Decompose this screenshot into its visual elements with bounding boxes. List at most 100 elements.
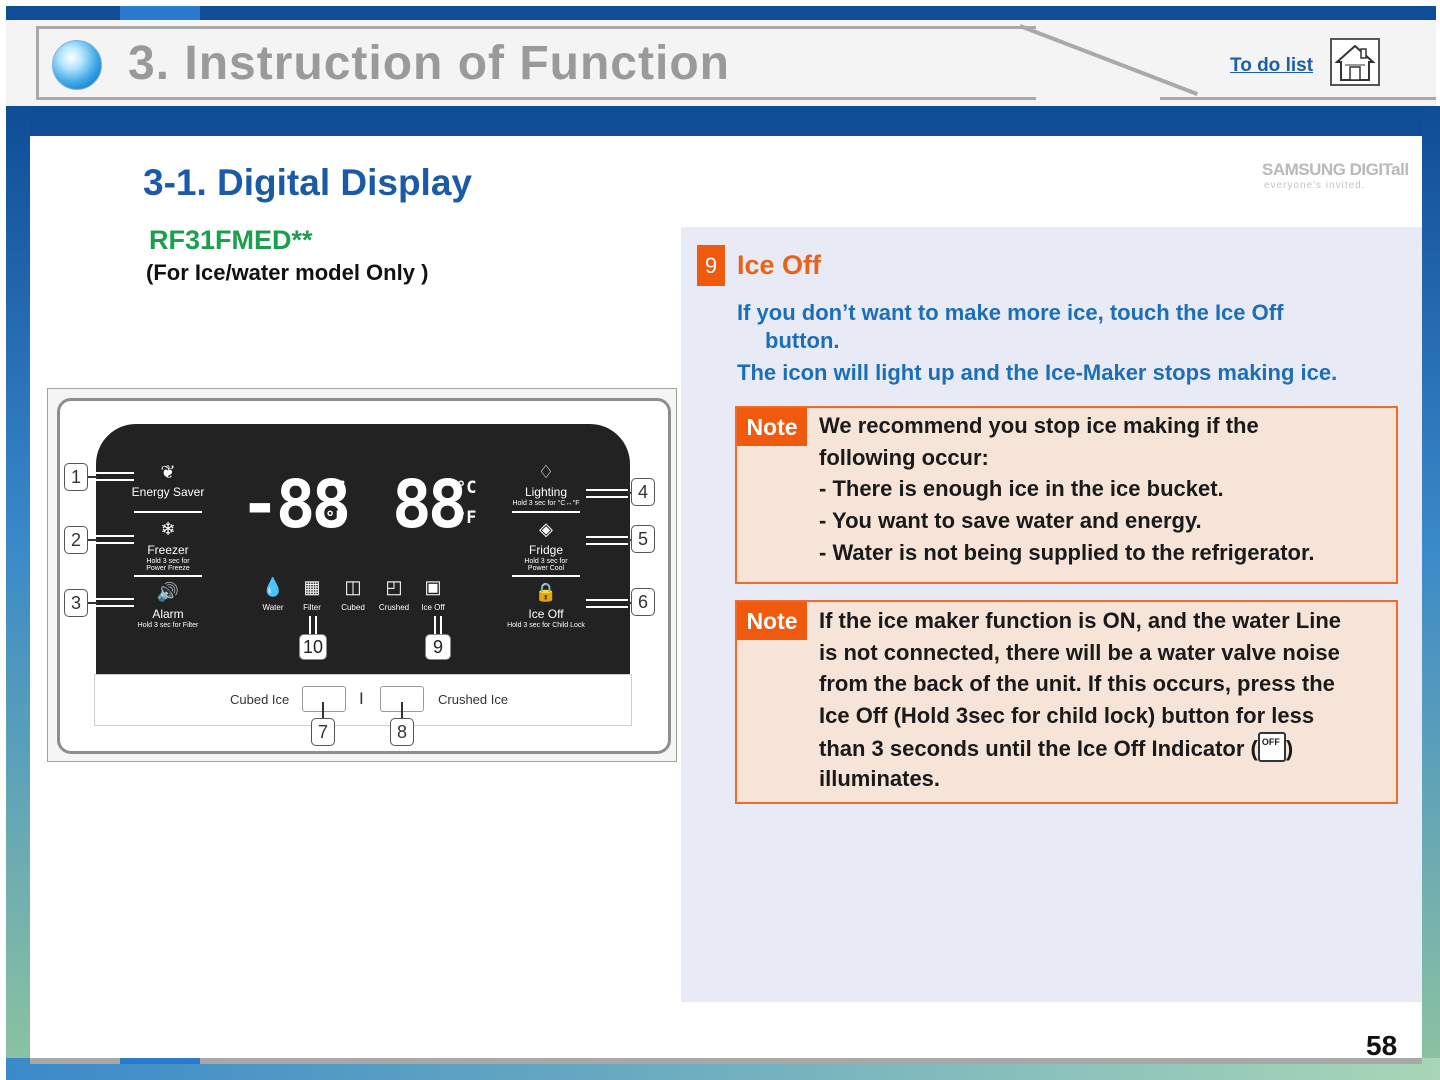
leader-4-b: [586, 496, 628, 498]
alarm-icon: 🔊: [156, 582, 180, 602]
section-title: 3-1. Digital Display: [143, 162, 472, 203]
callout-10-leader-a: [309, 616, 311, 634]
note2-line-5-close: ): [1285, 735, 1294, 761]
note1-line-1: We recommend you stop ice making if the: [819, 413, 1259, 438]
leader-5-b: [586, 543, 628, 545]
samsung-logo: SAMSUNG DIGITall: [1262, 160, 1409, 179]
separator-1: [134, 511, 202, 513]
fridge-button[interactable]: Fridge: [508, 543, 584, 557]
lock-icon: 🔒: [534, 582, 558, 602]
home-button[interactable]: [1330, 38, 1380, 86]
freezer-unit-c: °C: [325, 478, 346, 498]
ice-off-indicator-icon: OFF: [1257, 732, 1286, 762]
top-strip: [6, 6, 1436, 20]
freezer-unit-f: °F: [325, 508, 346, 528]
leader-5-a: [586, 536, 628, 538]
ice-off-hint: Hold 3 sec for Child Lock: [507, 622, 585, 629]
note1-line-4: - You want to save water and energy.: [819, 508, 1202, 533]
page-number: 58: [1366, 1030, 1398, 1061]
energy-saver-icon: ❦: [160, 462, 176, 482]
note-label-2: Note: [737, 602, 807, 640]
callout-9-leader-a: [434, 616, 436, 634]
model-name: RF31FMED**: [149, 225, 313, 255]
description-line-2: button.: [765, 328, 840, 353]
separator-2: [134, 575, 202, 577]
water-icon: 💧: [261, 577, 285, 597]
selector-divider: I: [359, 689, 364, 708]
description-line-3: The icon will light up and the Ice-Maker…: [737, 360, 1338, 385]
cubed-ice-button[interactable]: [302, 686, 346, 712]
freezer-icon: ❄: [160, 519, 176, 539]
callout-1: 1: [64, 463, 88, 491]
note2-line-4: Ice Off (Hold 3sec for child lock) butto…: [819, 703, 1315, 728]
ice-off-indicator-text: OFF: [1261, 737, 1280, 747]
cubed-label: Cubed: [341, 603, 365, 612]
filter-label: Filter: [303, 603, 321, 612]
frame-top-bar: [6, 106, 1440, 136]
energy-saver-button[interactable]: Energy Saver: [130, 485, 206, 499]
header-line: [1160, 97, 1436, 100]
separator-4: [512, 511, 580, 513]
leader-6-b: [586, 606, 628, 608]
separator-5: [512, 575, 580, 577]
note2-line-5: than 3 seconds until the Ice Off Indicat…: [819, 732, 1294, 765]
fridge-temp-display: 88: [392, 466, 468, 543]
todo-list-link[interactable]: To do list: [1230, 55, 1313, 77]
freezer-hint-2: Power Freeze: [146, 565, 190, 572]
page-title: 3. Instruction of Function: [128, 37, 730, 90]
callout-3-leader: [88, 602, 98, 604]
freezer-button[interactable]: Freezer: [130, 543, 206, 557]
frame-right-bar: [1422, 106, 1440, 1080]
leader-4-a: [586, 489, 628, 491]
crushed-ice-label: Crushed Ice: [438, 692, 509, 707]
callout-10: 10: [299, 634, 327, 660]
description-line-1: If you don’t want to make more ice, touc…: [737, 300, 1284, 325]
samsung-tagline: everyone's invited.: [1264, 180, 1366, 191]
filter-icon: ▦: [303, 577, 321, 597]
callout-1-leader: [88, 476, 98, 478]
leader-2-b: [96, 542, 134, 544]
ice-off-button[interactable]: Ice Off: [508, 607, 584, 621]
alarm-button[interactable]: Alarm: [130, 607, 206, 621]
note2-line-5-text: than 3 seconds until the Ice Off Indicat…: [819, 735, 1258, 761]
ice-off-icon: ▣: [424, 577, 442, 597]
globe-icon: [52, 40, 102, 90]
frame-left-bar: [6, 106, 30, 1080]
fridge-icon: ◈: [539, 519, 553, 539]
callout-3: 3: [64, 589, 88, 617]
function-title: Ice Off: [737, 250, 822, 280]
freezer-hint-1: Hold 3 sec for: [146, 558, 190, 565]
water-label: Water: [262, 603, 284, 612]
lighting-icon: ♢: [537, 462, 555, 482]
leader-1-a: [96, 472, 134, 474]
note1-line-5: - Water is not being supplied to the ref…: [819, 540, 1315, 565]
callout-2: 2: [64, 526, 88, 554]
callout-2-leader: [88, 539, 98, 541]
leader-2-a: [96, 535, 134, 537]
fridge-hint-2: Power Cool: [527, 565, 565, 572]
note-label-1: Note: [737, 408, 807, 446]
note2-line-2: is not connected, there will be a water …: [819, 640, 1340, 665]
crushed-label: Crushed: [378, 603, 410, 612]
callout-10-leader-b: [315, 616, 317, 634]
bottom-divider: [30, 1058, 1422, 1064]
model-note: (For Ice/water model Only ): [146, 260, 429, 285]
ice-off-label: Ice Off: [421, 603, 445, 612]
note2-line-6: illuminates.: [819, 766, 941, 791]
fridge-unit-c: °C: [456, 478, 477, 498]
callout-8: 8: [390, 718, 414, 746]
lighting-button[interactable]: Lighting: [508, 485, 584, 499]
note1-line-2: following occur:: [819, 445, 989, 470]
callout-4: 4: [631, 478, 655, 506]
leader-6-a: [586, 599, 628, 601]
fridge-hint-1: Hold 3 sec for: [524, 558, 568, 565]
bottom-divider-accent: [120, 1058, 200, 1064]
top-strip-accent: [120, 6, 200, 20]
callout-5: 5: [631, 525, 655, 553]
lighting-hint: Hold 3 sec for °C↔°F: [512, 500, 580, 507]
cubed-ice-icon: ◫: [344, 577, 362, 597]
cubed-ice-label: Cubed Ice: [230, 692, 290, 707]
callout-6: 6: [631, 588, 655, 616]
callout-7: 7: [311, 718, 335, 746]
note2-line-3: from the back of the unit. If this occur…: [819, 671, 1335, 696]
